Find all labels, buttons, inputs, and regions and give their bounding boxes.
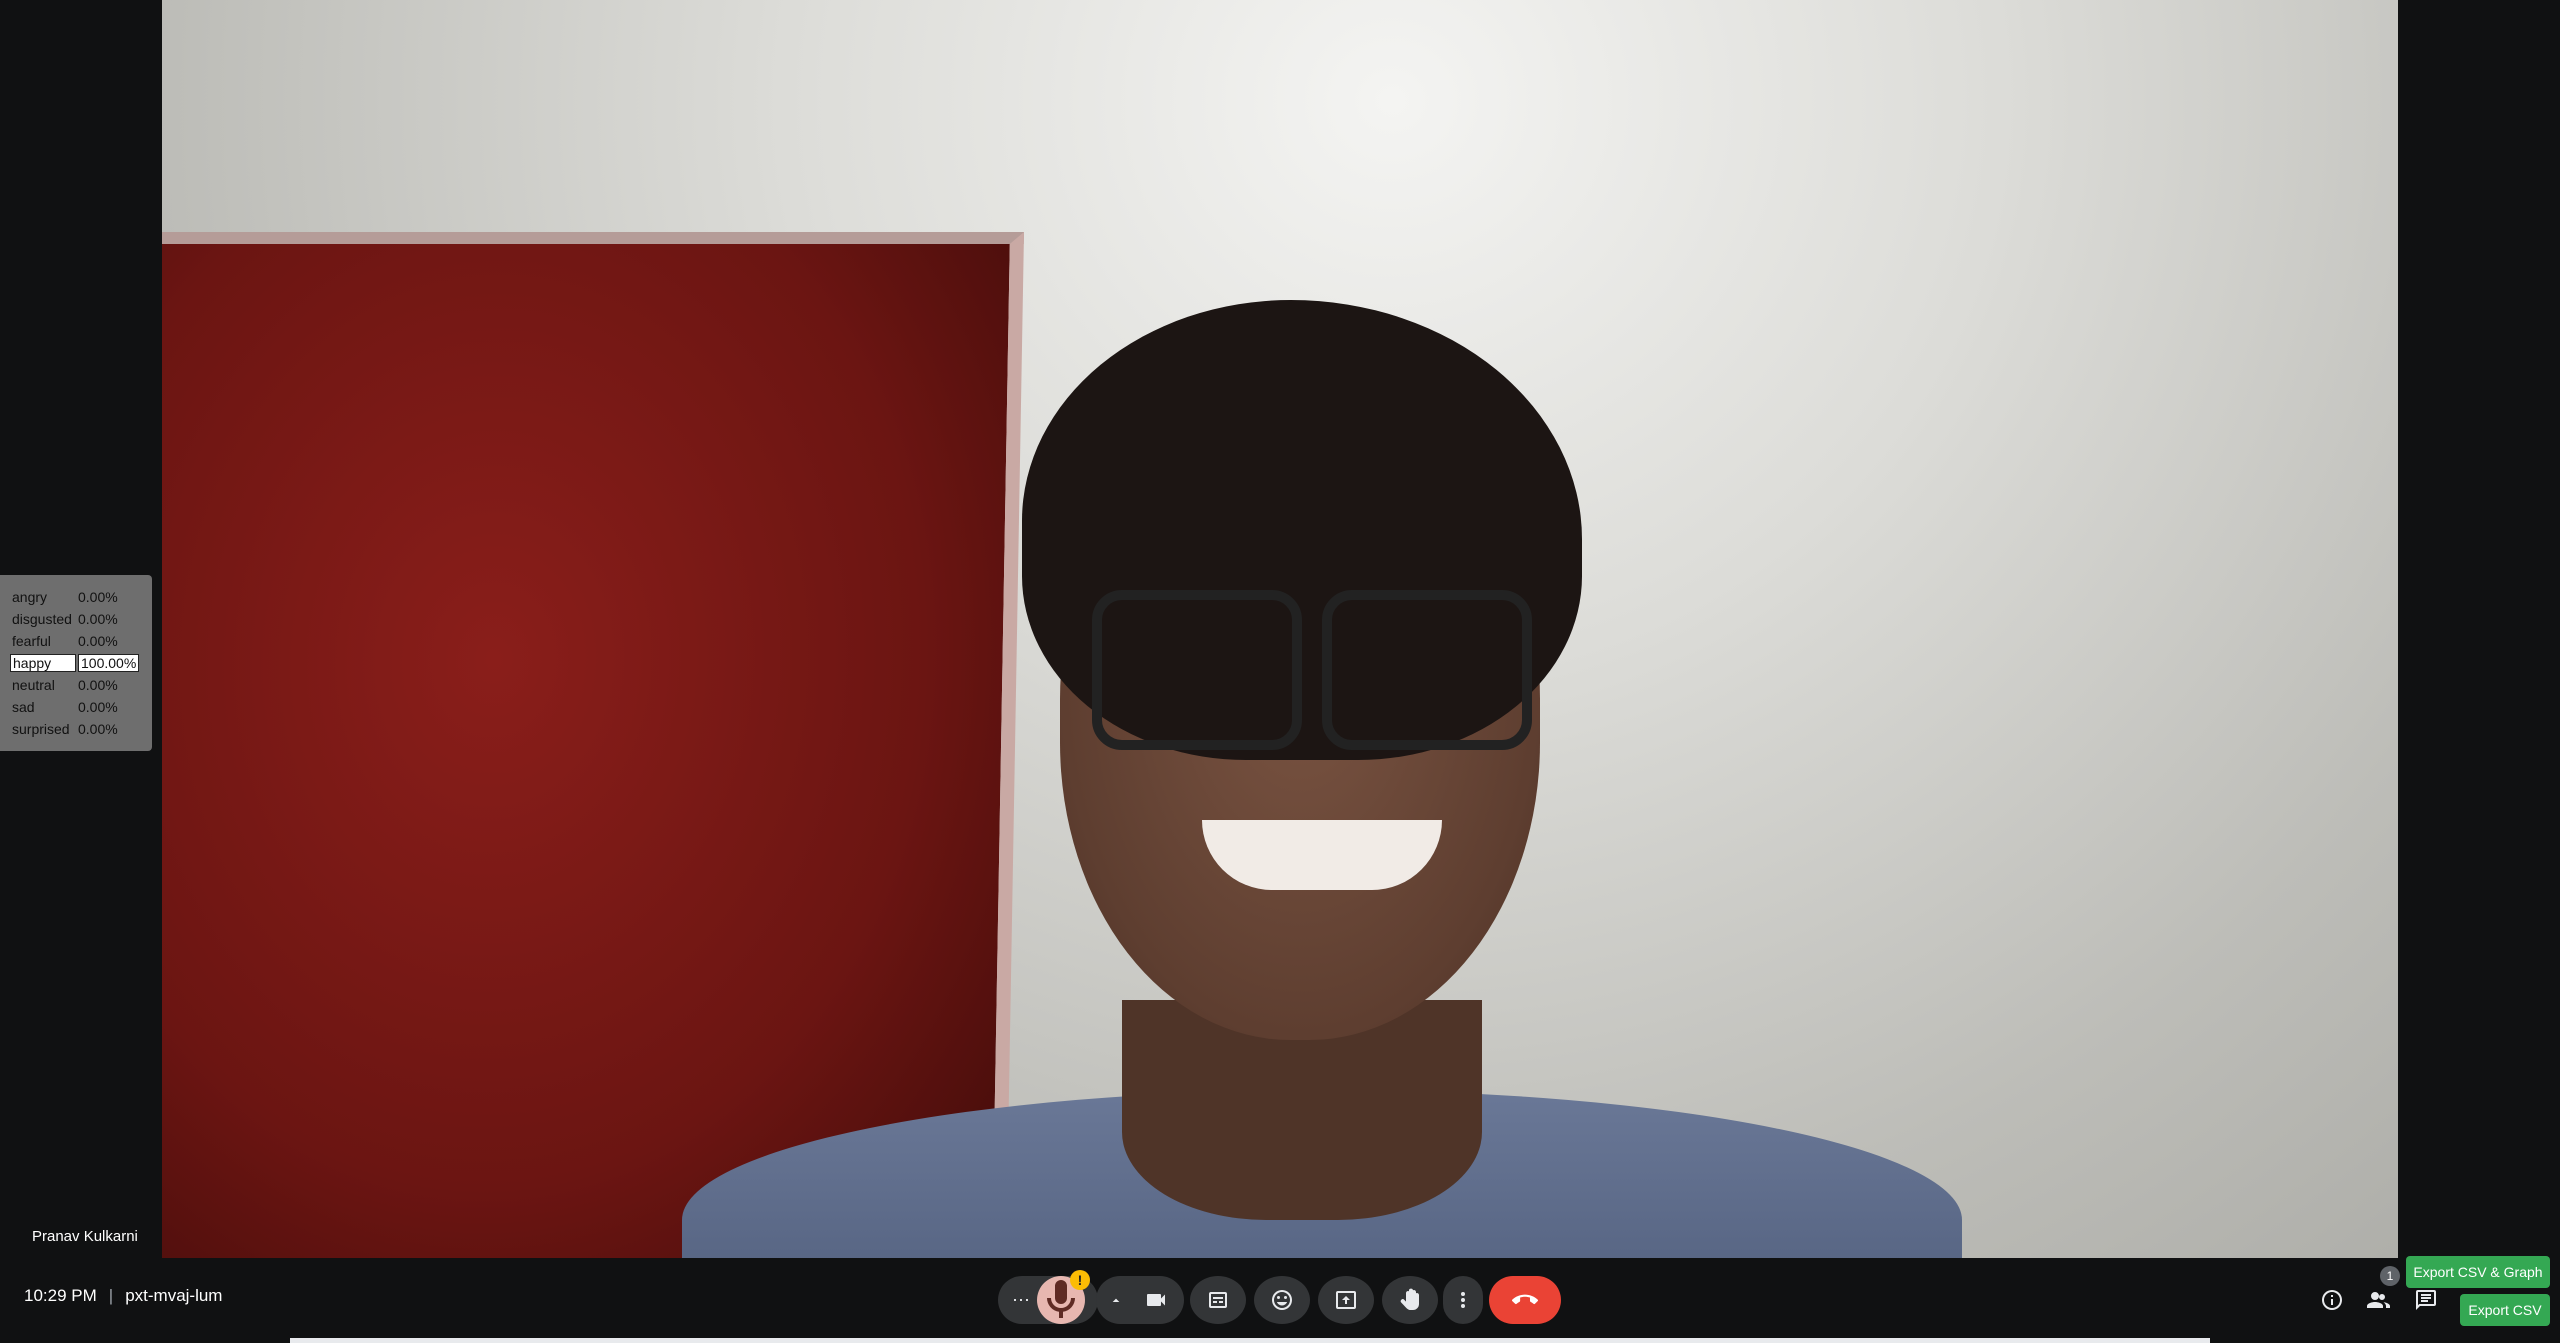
emotion-value: 0.00% (78, 721, 118, 737)
emotion-row-neutral: neutral 0.00% (0, 674, 152, 696)
people-button[interactable] (2362, 1284, 2394, 1316)
participant-name: Pranav Kulkarni (32, 1228, 138, 1245)
emotion-row-disgusted: disgusted 0.00% (0, 608, 152, 630)
present-screen-button[interactable] (1318, 1276, 1374, 1324)
emotion-row-happy: happy 100.00% (0, 652, 152, 674)
emotion-panel: angry 0.00% disgusted 0.00% fearful 0.00… (0, 575, 152, 751)
emotion-row-sad: sad 0.00% (0, 696, 152, 718)
meeting-time: 10:29 PM (24, 1286, 97, 1305)
emotion-value: 0.00% (78, 589, 118, 605)
smile (1202, 820, 1442, 890)
glasses-right (1322, 590, 1532, 750)
video-feed (162, 0, 2398, 1258)
emotion-label: surprised (12, 721, 70, 737)
emotion-row-surprised: surprised 0.00% (0, 718, 152, 740)
captions-button[interactable] (1190, 1276, 1246, 1324)
emotion-value: 0.00% (78, 633, 118, 649)
people-icon (2367, 1292, 2390, 1308)
emotion-label: fearful (12, 633, 51, 649)
export-csv-graph-button[interactable]: Export CSV & Graph (2406, 1256, 2550, 1288)
emotion-label: angry (12, 589, 48, 605)
phone-hangup-icon (1512, 1294, 1538, 1305)
participants-count-badge: 1 (2380, 1266, 2400, 1286)
chat-icon (2416, 1290, 2436, 1310)
meeting-details-button[interactable] (2316, 1284, 2348, 1316)
emotion-row-fearful: fearful 0.00% (0, 630, 152, 652)
emotion-value: 0.00% (78, 677, 118, 693)
emotion-value: 0.00% (78, 611, 118, 627)
present-icon (1336, 1291, 1356, 1309)
meeting-code[interactable]: pxt-mvaj-lum (125, 1286, 222, 1306)
leave-call-button[interactable] (1489, 1276, 1561, 1324)
chevron-up-icon (1112, 1298, 1120, 1302)
raise-hand-button[interactable] (1382, 1276, 1438, 1324)
mic-warning-badge: ! (1070, 1270, 1090, 1290)
emotion-label: happy (10, 654, 76, 672)
more-horizontal-icon: ⋯ (1012, 1289, 1030, 1310)
emoji-button[interactable] (1254, 1276, 1310, 1324)
meeting-info: 10:29 PM | pxt-mvaj-lum (24, 1286, 222, 1306)
emotion-label: neutral (12, 677, 55, 693)
more-options-button[interactable] (1443, 1276, 1483, 1324)
emotion-label: sad (12, 699, 35, 715)
background-red-board (162, 232, 1024, 1258)
emotion-value: 0.00% (78, 699, 118, 715)
more-vertical-icon (1461, 1292, 1465, 1308)
camera-group[interactable] (1096, 1276, 1184, 1324)
export-csv-button[interactable]: Export CSV (2460, 1294, 2550, 1326)
captions-icon (1209, 1292, 1227, 1308)
emotion-label: disgusted (12, 611, 72, 627)
camera-icon (1147, 1294, 1165, 1306)
emotion-value: 100.00% (78, 654, 140, 672)
chat-button[interactable] (2410, 1284, 2442, 1316)
glasses-left (1092, 590, 1302, 750)
meeting-separator: | (108, 1286, 114, 1305)
info-icon (2322, 1290, 2342, 1310)
emoji-icon (1272, 1290, 1292, 1310)
bottom-divider (290, 1338, 2210, 1343)
emotion-row-angry: angry 0.00% (0, 586, 152, 608)
hand-icon (1400, 1288, 1419, 1311)
